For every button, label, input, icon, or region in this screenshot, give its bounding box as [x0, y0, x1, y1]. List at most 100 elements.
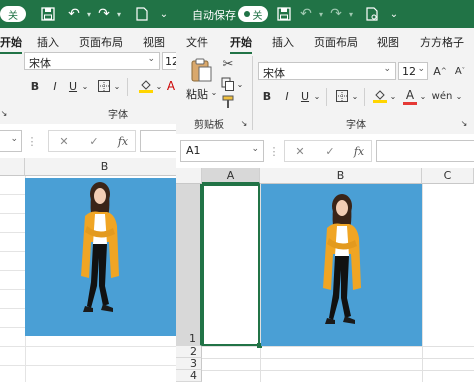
chevron-down-icon[interactable]: ⌄	[350, 88, 360, 104]
font-color-icon[interactable]: A	[402, 86, 418, 106]
tab-home[interactable]: 开始	[0, 34, 22, 54]
select-all-corner[interactable]	[176, 168, 202, 184]
dialog-launcher-icon[interactable]: ↘	[460, 118, 468, 128]
underline-icon[interactable]: U	[66, 78, 80, 94]
enter-icon[interactable]: ✓	[87, 134, 101, 148]
right-formula-bar: A1 ⌄ ⋮ ✕ ✓ fx	[176, 134, 474, 168]
font-name-value: 宋体	[29, 57, 51, 70]
font-group-label: 字体	[108, 110, 128, 121]
file-icon[interactable]	[134, 6, 150, 22]
bold-icon[interactable]: B	[28, 78, 42, 94]
formula-buttons: ✕ ✓ fx	[284, 140, 372, 162]
tab-home[interactable]: 开始	[230, 34, 252, 54]
tab-insert[interactable]: 插入	[37, 34, 59, 50]
right-sheet-grid[interactable]: A B C 1 2 3 4	[176, 168, 474, 382]
chevron-down-icon[interactable]: ⌄	[454, 88, 464, 104]
font-size-select[interactable]: 12	[162, 52, 176, 70]
function-icon[interactable]: fx	[115, 134, 131, 148]
chevron-down-icon[interactable]: ⌄	[312, 88, 322, 104]
column-header-a[interactable]: A	[202, 168, 260, 184]
fill-color-icon[interactable]	[138, 76, 154, 96]
row-header-1[interactable]: 1	[176, 184, 202, 346]
dialog-launcher-icon[interactable]: ↘	[240, 118, 248, 128]
font-size-value: 12	[402, 65, 416, 78]
undo-icon[interactable]: ↶	[298, 6, 314, 22]
function-icon[interactable]: fx	[351, 144, 367, 158]
phonetic-icon[interactable]: wén	[432, 88, 453, 104]
left-ribbon: 开始 插入 页面布局 视图 宋体 ⌄ 12 B I U ⌄ ⌄ ⌄ A 字体 ↘	[0, 28, 176, 125]
chevron-down-icon[interactable]: ⌄	[80, 78, 90, 94]
redo-icon[interactable]: ↷	[96, 6, 112, 22]
formula-input[interactable]	[140, 130, 176, 152]
redo-icon[interactable]: ↷	[328, 6, 344, 22]
copy-icon[interactable]	[220, 76, 236, 92]
chevron-down-icon[interactable]: ⌄	[112, 78, 122, 94]
autosave-toggle-label: 关	[8, 10, 18, 22]
right-title-bar: 自动保存 关 ↶ ▾ ↷ ▾ ⌄	[176, 0, 474, 28]
row-header-4[interactable]: 4	[176, 370, 202, 382]
italic-icon[interactable]: I	[48, 78, 62, 94]
column-header-a[interactable]	[0, 158, 25, 176]
font-size-select[interactable]: 12 ⌄	[398, 62, 428, 80]
dialog-launcher-icon[interactable]: ↘	[0, 108, 8, 118]
paste-button-label[interactable]: 粘贴	[186, 86, 208, 102]
enter-icon[interactable]: ✓	[323, 144, 337, 158]
right-ribbon: 文件 开始 插入 页面布局 视图 方方格子 粘贴 ⌄ ✂ ⌄ 剪贴板 ↘ 宋体 …	[176, 28, 474, 135]
chevron-down-icon[interactable]: ⌄	[210, 86, 218, 98]
save-icon[interactable]	[276, 6, 292, 22]
borders-icon[interactable]	[334, 88, 350, 104]
fill-color-icon[interactable]	[372, 86, 388, 106]
autosave-toggle[interactable]: 关	[0, 6, 26, 22]
row-header-3[interactable]: 3	[176, 358, 202, 370]
left-excel-window: 关 ↶ ▾ ↷ ▾ ⌄ 开始 插入 页面布局 视图 宋体 ⌄ 12 B I U …	[0, 0, 177, 382]
left-sheet-grid[interactable]: B	[0, 158, 176, 382]
tab-file[interactable]: 文件	[186, 34, 208, 50]
cancel-icon[interactable]: ✕	[57, 134, 71, 148]
chevron-down-icon[interactable]: ▾	[346, 6, 356, 22]
underline-icon[interactable]: U	[298, 88, 312, 104]
formula-input[interactable]	[376, 140, 474, 162]
italic-icon[interactable]: I	[280, 88, 294, 104]
undo-icon[interactable]: ↶	[66, 6, 82, 22]
tab-page-layout[interactable]: 页面布局	[314, 34, 358, 50]
column-header-b[interactable]: B	[260, 168, 422, 184]
file-icon[interactable]	[364, 6, 380, 22]
tab-view[interactable]: 视图	[377, 34, 399, 50]
chevron-down-icon[interactable]: ▾	[84, 6, 94, 22]
row-header-2[interactable]: 2	[176, 346, 202, 358]
name-box[interactable]: ⌄	[0, 130, 22, 152]
column-header-c[interactable]: C	[422, 168, 474, 184]
selected-cell-a1[interactable]	[202, 184, 260, 346]
increase-font-size-icon[interactable]: A ^	[432, 62, 448, 80]
chevron-down-icon[interactable]: ▾	[316, 6, 326, 22]
quick-access-more-icon[interactable]: ⌄	[386, 6, 402, 22]
chevron-down-icon[interactable]: ⌄	[418, 88, 428, 104]
woman-photo[interactable]	[261, 184, 422, 346]
bold-icon[interactable]: B	[260, 88, 274, 104]
save-icon[interactable]	[40, 6, 56, 22]
chevron-down-icon[interactable]: ⌄	[154, 78, 164, 94]
font-name-select[interactable]: 宋体 ⌄	[24, 52, 160, 70]
tab-insert[interactable]: 插入	[272, 34, 294, 50]
column-header-b[interactable]: B	[25, 158, 176, 176]
cancel-icon[interactable]: ✕	[293, 144, 307, 158]
quick-access-more-icon[interactable]: ⌄	[156, 6, 172, 22]
chevron-down-icon[interactable]: ⌄	[236, 76, 244, 92]
name-box[interactable]: A1 ⌄	[180, 140, 264, 162]
cut-icon[interactable]: ✂	[220, 56, 236, 72]
divider	[252, 56, 253, 130]
chevron-down-icon[interactable]: ⌄	[388, 88, 398, 104]
decrease-font-size-icon[interactable]: Aˇ	[452, 62, 468, 80]
autosave-toggle[interactable]: 关	[238, 6, 268, 22]
tab-fangfang[interactable]: 方方格子	[420, 34, 464, 50]
paste-icon[interactable]	[188, 56, 214, 84]
chevron-down-icon: ⌄	[251, 144, 259, 154]
font-color-icon[interactable]: A	[166, 78, 176, 94]
woman-photo[interactable]	[25, 178, 176, 336]
tab-page-layout[interactable]: 页面布局	[79, 34, 123, 50]
chevron-down-icon[interactable]: ▾	[114, 6, 124, 22]
borders-icon[interactable]	[96, 78, 112, 94]
format-painter-icon[interactable]	[220, 94, 236, 110]
tab-view[interactable]: 视图	[143, 34, 165, 50]
font-name-select[interactable]: 宋体 ⌄	[258, 62, 396, 80]
